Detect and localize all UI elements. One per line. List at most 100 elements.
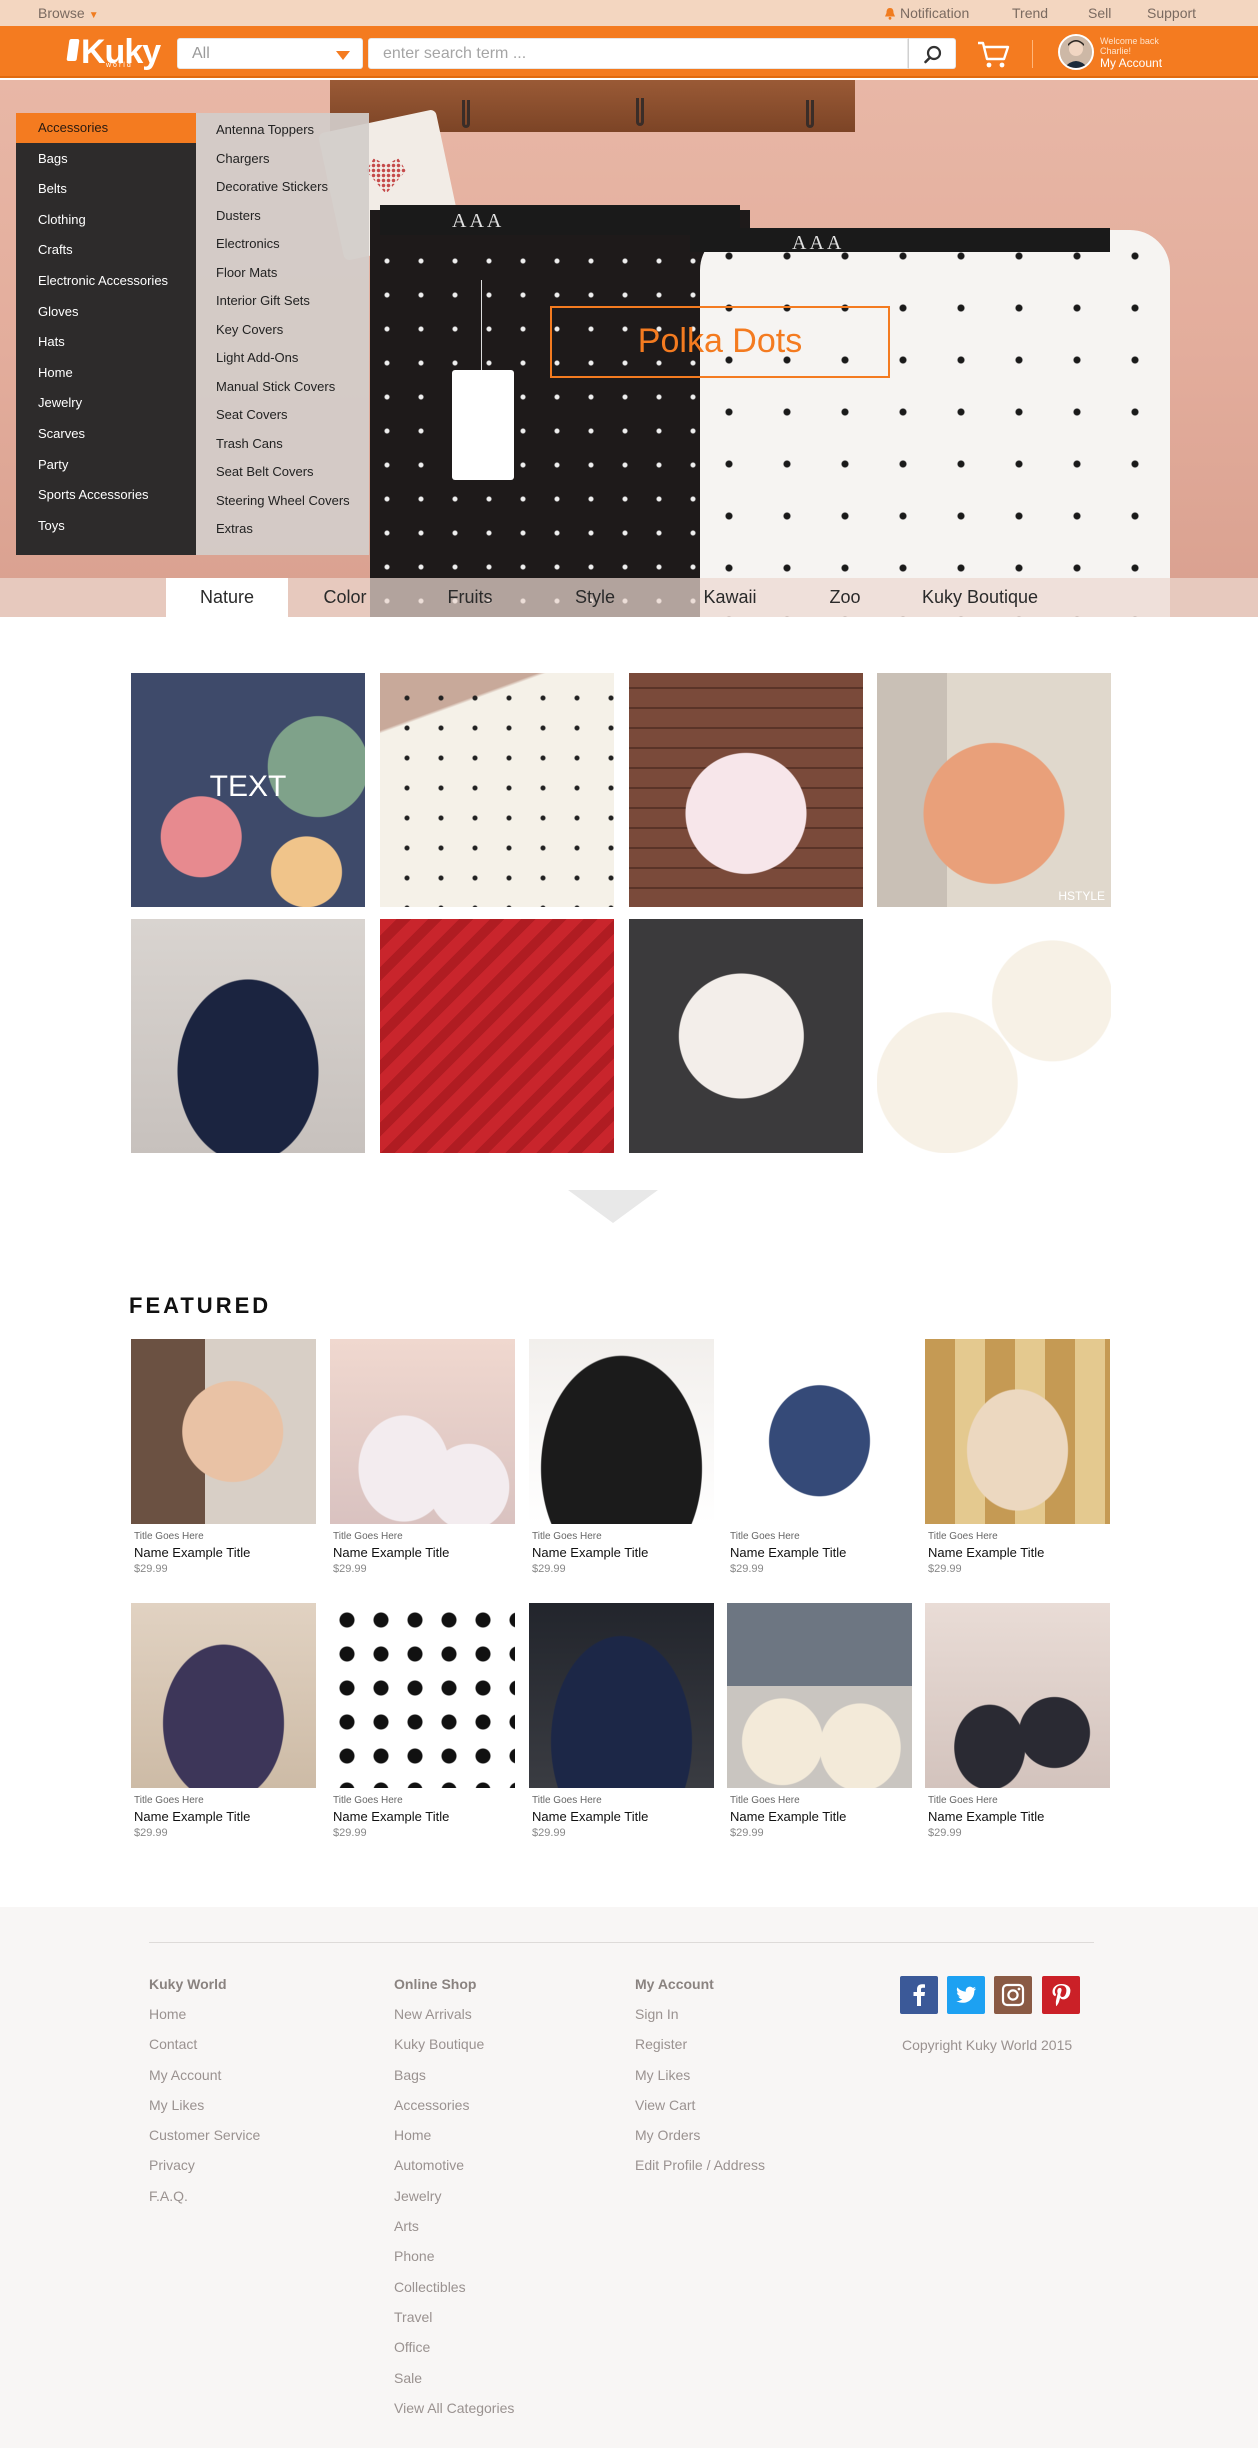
subcategory-item[interactable]: Electronics [216,236,280,251]
footer-link[interactable]: Accessories [394,2097,514,2127]
footer-link[interactable]: My Account [149,2067,260,2097]
footer-link[interactable]: View Cart [635,2097,765,2127]
footer-link[interactable]: Contact [149,2036,260,2066]
footer-link[interactable]: View All Categories [394,2400,514,2430]
category-item-hats[interactable]: Hats [16,327,196,357]
category-item-electronic-accessories[interactable]: Electronic Accessories [16,266,196,296]
avatar[interactable] [1058,34,1094,70]
footer-link[interactable]: Kuky Boutique [394,2036,514,2066]
subcategory-item[interactable]: Extras [216,521,253,536]
notification-link[interactable]: Notification [884,5,969,21]
footer-link[interactable]: Sign In [635,2006,765,2036]
subcategory-item[interactable]: Trash Cans [216,436,283,451]
gallery-tile[interactable] [380,673,614,907]
category-item-bags[interactable]: Bags [16,144,196,174]
subcategory-item[interactable]: Key Covers [216,322,283,337]
footer-link[interactable]: Automotive [394,2157,514,2187]
scroll-down-arrow-icon[interactable] [568,1190,658,1223]
instagram-icon[interactable] [994,1976,1032,2014]
product-card[interactable]: Title Goes Here Name Example Title $29.9… [131,1339,316,1575]
search-input[interactable] [368,38,908,69]
subcategory-item[interactable]: Decorative Stickers [216,179,328,194]
category-item-belts[interactable]: Belts [16,174,196,204]
category-item-jewelry[interactable]: Jewelry [16,388,196,418]
footer-link[interactable]: New Arrivals [394,2006,514,2036]
category-item-crafts[interactable]: Crafts [16,235,196,265]
product-card[interactable]: Title Goes Here Name Example Title $29.9… [330,1603,515,1839]
footer-link[interactable]: My Likes [149,2097,260,2127]
footer-link[interactable]: Jewelry [394,2188,514,2218]
subcategory-item[interactable]: Light Add-Ons [216,350,298,365]
tab-style[interactable]: Style [540,578,650,617]
subcategory-item[interactable]: Steering Wheel Covers [216,493,350,508]
subcategory-item[interactable]: Manual Stick Covers [216,379,335,394]
facebook-icon[interactable] [900,1976,938,2014]
category-item-scarves[interactable]: Scarves [16,419,196,449]
subcategory-item[interactable]: Dusters [216,208,261,223]
subcategory-item[interactable]: Floor Mats [216,265,277,280]
sell-link[interactable]: Sell [1088,5,1111,21]
tab-color[interactable]: Color [290,578,400,617]
gallery-tile[interactable] [629,673,863,907]
footer-link[interactable]: Home [394,2127,514,2157]
footer-link[interactable]: Customer Service [149,2127,260,2157]
tab-kuky-boutique[interactable]: Kuky Boutique [900,578,1060,617]
product-card[interactable]: Title Goes Here Name Example Title $29.9… [925,1603,1110,1839]
footer-link[interactable]: Bags [394,2067,514,2097]
product-card[interactable]: Title Goes Here Name Example Title $29.9… [529,1603,714,1839]
footer-link[interactable]: My Orders [635,2127,765,2157]
my-account-link[interactable]: My Account [1100,56,1162,70]
category-item-clothing[interactable]: Clothing [16,205,196,235]
pinterest-icon[interactable] [1042,1976,1080,2014]
footer-link[interactable]: Travel [394,2309,514,2339]
gallery-tile[interactable]: TEXT [131,673,365,907]
footer-link[interactable]: Sale [394,2370,514,2400]
footer-link[interactable]: Home [149,2006,260,2036]
gallery-tile[interactable]: HSTYLE [877,673,1111,907]
category-item-toys[interactable]: Toys [16,511,196,541]
search-button[interactable] [908,38,956,69]
category-select[interactable]: All [177,38,363,69]
footer-link[interactable]: Phone [394,2248,514,2278]
gallery-tile[interactable] [380,919,614,1153]
category-item-gloves[interactable]: Gloves [16,297,196,327]
product-card[interactable]: Title Goes Here Name Example Title $29.9… [529,1339,714,1575]
product-card[interactable]: Title Goes Here Name Example Title $29.9… [727,1339,912,1575]
gallery-tile[interactable] [877,919,1111,1153]
product-card[interactable]: Title Goes Here Name Example Title $29.9… [131,1603,316,1839]
tab-fruits[interactable]: Fruits [420,578,520,617]
footer-link[interactable]: My Likes [635,2067,765,2097]
tab-zoo[interactable]: Zoo [810,578,880,617]
footer-link[interactable]: Edit Profile / Address [635,2157,765,2187]
support-link[interactable]: Support [1147,5,1196,21]
tab-nature[interactable]: Nature [166,578,288,617]
promo-button[interactable]: Polka Dots [550,306,890,378]
subcategory-item[interactable]: Antenna Toppers [216,122,314,137]
twitter-icon[interactable] [947,1976,985,2014]
category-item-home[interactable]: Home [16,358,196,388]
product-card[interactable]: Title Goes Here Name Example Title $29.9… [925,1339,1110,1575]
trend-link[interactable]: Trend [1012,5,1048,21]
product-image [925,1603,1110,1788]
subcategory-item[interactable]: Seat Covers [216,407,288,422]
category-item-party[interactable]: Party [16,450,196,480]
footer-link[interactable]: Privacy [149,2157,260,2187]
product-name: Name Example Title [134,1545,251,1560]
gallery-tile[interactable] [131,919,365,1153]
category-item-sports-accessories[interactable]: Sports Accessories [16,480,196,510]
footer-link[interactable]: Register [635,2036,765,2066]
subcategory-item[interactable]: Interior Gift Sets [216,293,310,308]
footer-link[interactable]: Office [394,2339,514,2369]
category-item-accessories[interactable]: Accessories [16,113,196,143]
browse-menu[interactable]: Browse ▼ [38,5,99,21]
product-card[interactable]: Title Goes Here Name Example Title $29.9… [330,1339,515,1575]
product-card[interactable]: Title Goes Here Name Example Title $29.9… [727,1603,912,1839]
footer-link[interactable]: F.A.Q. [149,2188,260,2218]
gallery-tile[interactable] [629,919,863,1153]
footer-link[interactable]: Collectibles [394,2279,514,2309]
subcategory-item[interactable]: Chargers [216,151,269,166]
cart-icon[interactable] [976,38,1012,70]
subcategory-item[interactable]: Seat Belt Covers [216,464,314,479]
footer-link[interactable]: Arts [394,2218,514,2248]
tab-kawaii[interactable]: Kawaii [675,578,785,617]
